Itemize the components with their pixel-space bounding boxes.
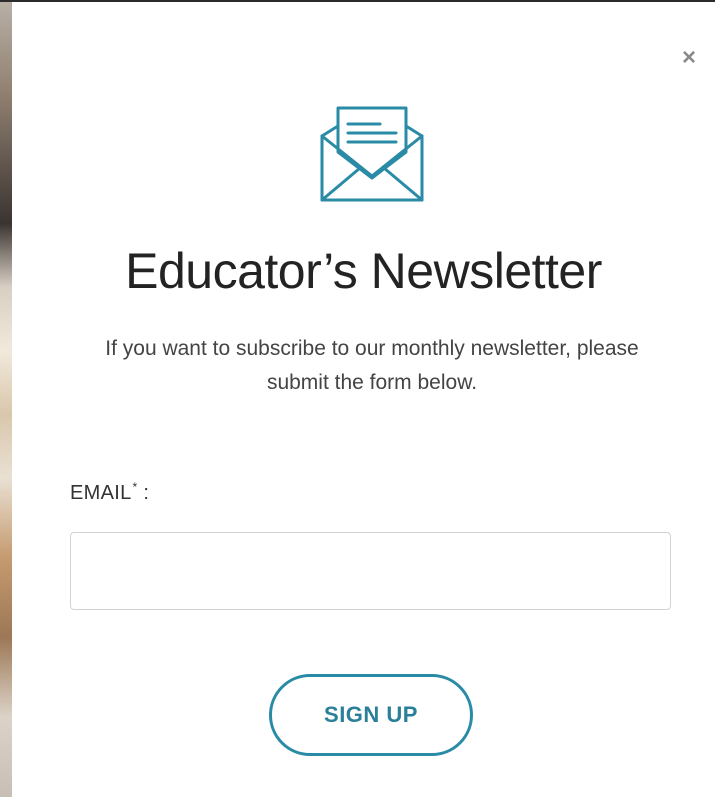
newsletter-modal: × Educator’s Newsletter If you want to s… — [12, 2, 715, 797]
email-label: EMAIL* : — [70, 480, 150, 505]
email-field[interactable] — [70, 532, 671, 610]
background-photo-strip — [0, 0, 12, 797]
close-icon[interactable]: × — [682, 46, 696, 70]
close-button[interactable]: × — [675, 44, 703, 72]
page: × Educator’s Newsletter If you want to s… — [0, 0, 715, 797]
modal-description: If you want to subscribe to our monthly … — [105, 337, 639, 394]
envelope-letter-icon — [320, 106, 424, 202]
required-asterisk: * — [132, 480, 138, 494]
email-label-suffix: : — [137, 482, 150, 504]
sign-up-button[interactable]: SIGN UP — [269, 674, 473, 756]
modal-title: Educator’s Newsletter — [125, 243, 602, 299]
email-label-text: EMAIL — [70, 482, 132, 504]
